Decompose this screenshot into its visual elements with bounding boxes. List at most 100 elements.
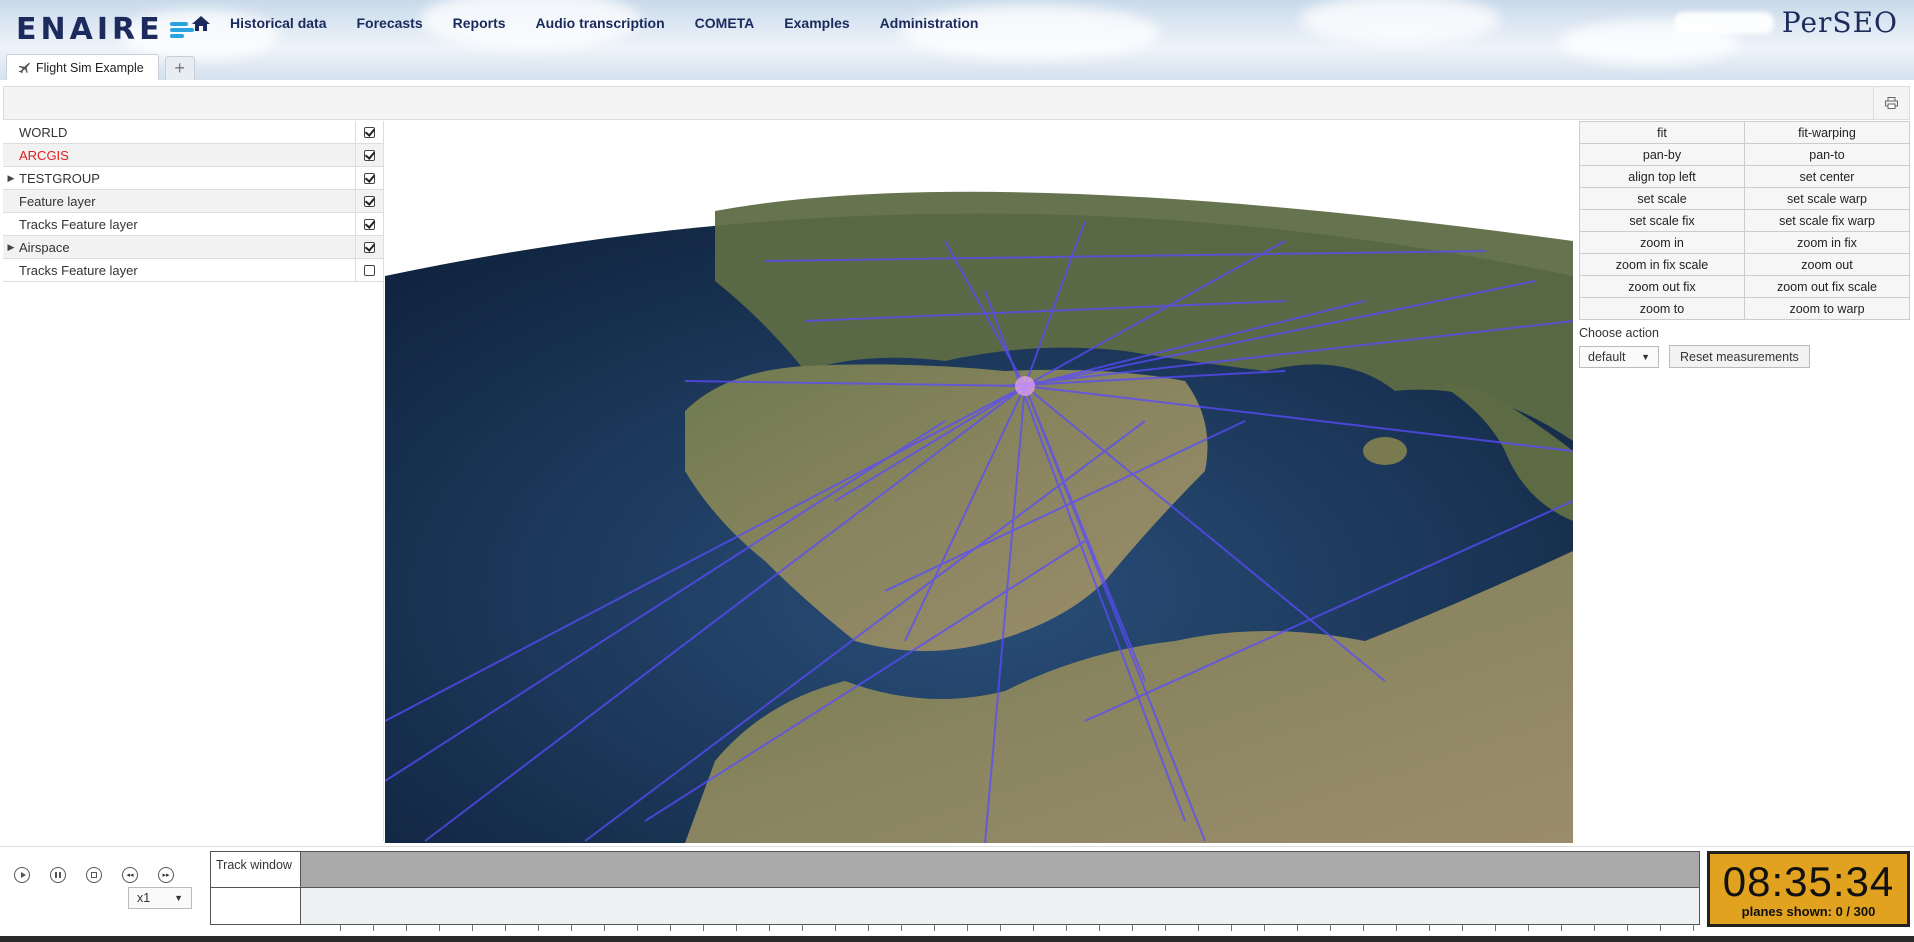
map-control-button[interactable]: fit-warping xyxy=(1745,122,1910,144)
timeline-tick xyxy=(1297,925,1298,931)
timeline-tick xyxy=(505,925,506,931)
map-view[interactable] xyxy=(385,121,1573,843)
nav-audio-transcription[interactable]: Audio transcription xyxy=(536,15,665,31)
timeline-tick xyxy=(1231,925,1232,931)
layer-visibility-toggle[interactable] xyxy=(355,236,383,258)
user-info-blurred[interactable] xyxy=(1673,11,1774,34)
timeline-tick xyxy=(1330,925,1331,931)
track-window-range[interactable] xyxy=(301,852,1699,888)
timeline-tick xyxy=(538,925,539,931)
map-control-button[interactable]: pan-to xyxy=(1745,144,1910,166)
speed-select[interactable]: x1 ▼ xyxy=(128,887,192,909)
print-icon xyxy=(1885,97,1898,109)
timeline-tick xyxy=(868,925,869,931)
checkbox-icon xyxy=(364,241,375,253)
workspace-toolbar xyxy=(3,86,1910,120)
action-select[interactable]: default ▼ xyxy=(1579,345,1659,368)
timeline-tick xyxy=(1528,925,1529,931)
globe-map[interactable] xyxy=(385,121,1573,843)
plane-icon xyxy=(18,62,30,74)
tab-label: Flight Sim Example xyxy=(36,60,144,75)
expand-caret-icon[interactable]: ▶ xyxy=(3,173,19,184)
timeline-tick xyxy=(1429,925,1430,931)
play-button[interactable] xyxy=(14,867,30,883)
layer-label: Tracks Feature layer xyxy=(19,216,138,232)
home-icon[interactable] xyxy=(190,14,212,32)
map-control-button[interactable]: zoom out fix xyxy=(1580,276,1745,298)
timeline-tick xyxy=(802,925,803,931)
logo-text: ENAIRE xyxy=(16,12,164,47)
map-control-button[interactable]: set scale warp xyxy=(1745,188,1910,210)
layer-visibility-toggle[interactable] xyxy=(355,121,383,143)
layer-row[interactable]: Tracks Feature layer xyxy=(3,259,383,282)
layer-label: TESTGROUP xyxy=(19,170,100,186)
play-icon xyxy=(20,872,26,878)
layer-row[interactable]: WORLD xyxy=(3,121,383,144)
layer-visibility-toggle[interactable] xyxy=(355,190,383,212)
playback-panel: ◂◂ ▸▸ x1 ▼ Track window 08:35:34 planes … xyxy=(0,846,1914,936)
planes-shown: planes shown: 0 / 300 xyxy=(1741,903,1876,919)
map-control-button[interactable]: zoom in fix xyxy=(1745,232,1910,254)
timeline-tick xyxy=(835,925,836,931)
timeline-tick xyxy=(934,925,935,931)
timeline-tick xyxy=(1594,925,1595,931)
map-control-button[interactable]: set scale fix warp xyxy=(1745,210,1910,232)
nav-administration[interactable]: Administration xyxy=(880,15,979,31)
timeline-tick xyxy=(340,925,341,931)
timeline-lane[interactable] xyxy=(301,888,1699,924)
map-control-button[interactable]: set scale xyxy=(1580,188,1745,210)
nav-examples[interactable]: Examples xyxy=(784,15,849,31)
map-control-buttons: fit fit-warping pan-by pan-to align top left… xyxy=(1579,121,1910,320)
map-control-button[interactable]: zoom out xyxy=(1745,254,1910,276)
pause-button[interactable] xyxy=(50,867,66,883)
expand-caret-icon[interactable]: ▶ xyxy=(3,242,19,253)
timeline-tick xyxy=(736,925,737,931)
map-control-button[interactable]: zoom in fix scale xyxy=(1580,254,1745,276)
map-control-button[interactable]: zoom out fix scale xyxy=(1745,276,1910,298)
timeline-tick xyxy=(901,925,902,931)
layer-visibility-toggle[interactable] xyxy=(355,259,383,281)
map-control-button[interactable]: fit xyxy=(1580,122,1745,144)
print-button[interactable] xyxy=(1873,87,1909,119)
map-control-button[interactable]: zoom to xyxy=(1580,298,1745,320)
layer-visibility-toggle[interactable] xyxy=(355,213,383,235)
layer-row[interactable]: ▶ Airspace xyxy=(3,236,383,259)
layer-row[interactable]: Tracks Feature layer xyxy=(3,213,383,236)
nav-reports[interactable]: Reports xyxy=(453,15,506,31)
timeline-tick xyxy=(1363,925,1364,931)
nav-forecasts[interactable]: Forecasts xyxy=(356,15,422,31)
reset-measurements-button[interactable]: Reset measurements xyxy=(1669,345,1810,368)
layer-row[interactable]: Feature layer xyxy=(3,190,383,213)
layers-panel: WORLD ARCGIS ▶ TESTGROUP Feature layer Tracks… xyxy=(3,121,384,841)
tab-flight-sim-example[interactable]: Flight Sim Example xyxy=(6,54,159,80)
timeline-tick xyxy=(1627,925,1628,931)
timeline-tick xyxy=(1165,925,1166,931)
speed-value: x1 xyxy=(137,891,151,905)
timeline-tick xyxy=(1132,925,1133,931)
step-forward-button[interactable]: ▸▸ xyxy=(158,867,174,883)
map-control-button[interactable]: pan-by xyxy=(1580,144,1745,166)
timeline-tick xyxy=(1561,925,1562,931)
nav-cometa[interactable]: COMETA xyxy=(695,15,755,31)
add-tab-button[interactable]: + xyxy=(164,56,195,80)
nav-historical-data[interactable]: Historical data xyxy=(230,15,326,31)
layer-row[interactable]: ARCGIS xyxy=(3,144,383,167)
checkbox-icon xyxy=(364,264,375,276)
layer-label: Feature layer xyxy=(19,193,96,209)
timeline-tick xyxy=(373,925,374,931)
map-control-button[interactable]: set scale fix xyxy=(1580,210,1745,232)
timeline-tick xyxy=(1264,925,1265,931)
layer-visibility-toggle[interactable] xyxy=(355,167,383,189)
enaire-logo[interactable]: ENAIRE xyxy=(16,12,194,47)
tab-bar: Flight Sim Example + xyxy=(0,52,195,80)
map-control-button[interactable]: zoom to warp xyxy=(1745,298,1910,320)
map-control-button[interactable]: align top left xyxy=(1580,166,1745,188)
step-back-button[interactable]: ◂◂ xyxy=(122,867,138,883)
step-forward-icon: ▸▸ xyxy=(162,871,170,879)
map-control-button[interactable]: set center xyxy=(1745,166,1910,188)
stop-button[interactable] xyxy=(86,867,102,883)
timeline-tick xyxy=(439,925,440,931)
layer-row[interactable]: ▶ TESTGROUP xyxy=(3,167,383,190)
map-control-button[interactable]: zoom in xyxy=(1580,232,1745,254)
layer-visibility-toggle[interactable] xyxy=(355,144,383,166)
